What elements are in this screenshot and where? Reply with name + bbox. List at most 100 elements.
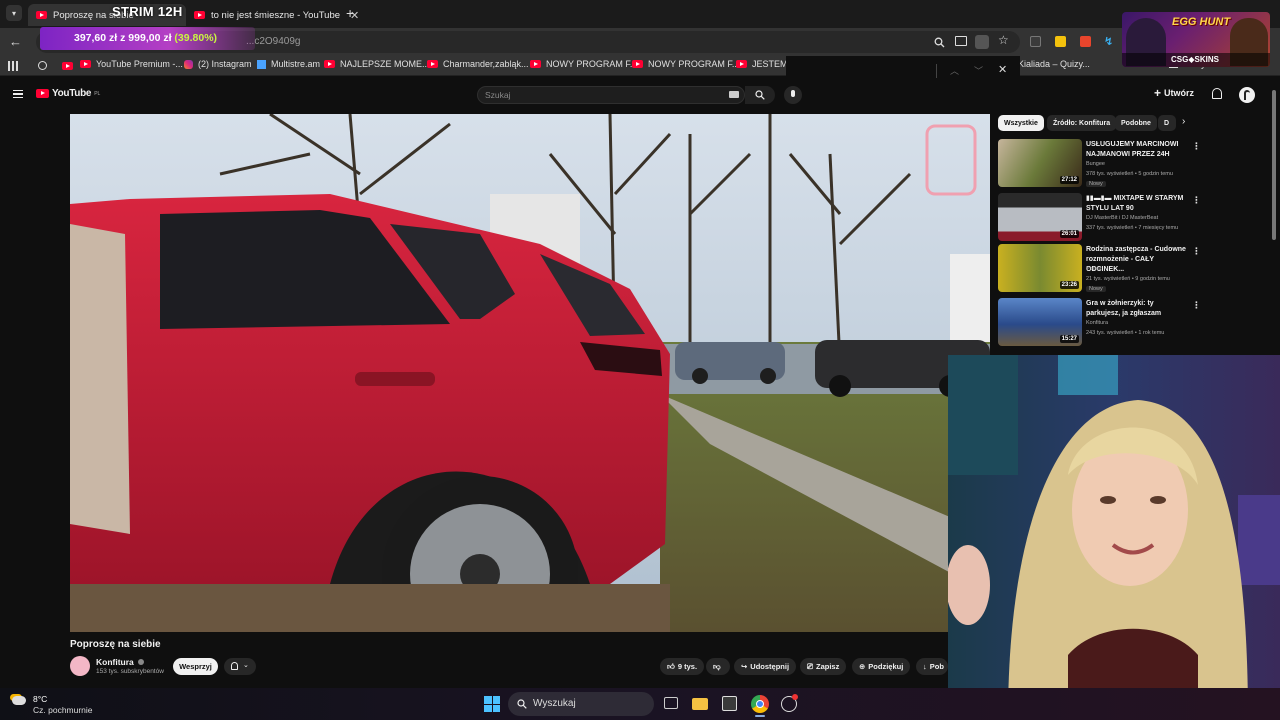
- more-vert-icon[interactable]: ⋮: [1192, 195, 1201, 206]
- video-duration: 26:01: [1059, 230, 1079, 238]
- thanks-icon: ⊕: [859, 662, 866, 671]
- chip-similar[interactable]: Podobne: [1115, 115, 1157, 131]
- recommendation-meta: 243 tys. wyświetleń • 1 rok temu: [1086, 330, 1165, 336]
- bookmark-youtube-premium[interactable]: YouTube Premium -...: [80, 59, 183, 69]
- close-icon[interactable]: ✕: [998, 63, 1007, 76]
- file-explorer-icon[interactable]: [692, 698, 708, 710]
- account-avatar[interactable]: [1239, 87, 1255, 103]
- extension-icon-2[interactable]: [1055, 36, 1066, 47]
- chevron-up-icon[interactable]: ︿: [950, 64, 959, 77]
- weather-temperature: 8°C: [33, 694, 48, 704]
- windows-start-icon[interactable]: [484, 696, 500, 712]
- recommendation-meta: 21 tys. wyświetleń • 9 godzin temu: [1086, 276, 1170, 282]
- youtube-logo[interactable]: YouTube PL: [36, 88, 100, 99]
- save-button[interactable]: ⎚ Zapisz: [800, 658, 847, 675]
- more-vert-icon[interactable]: ⋮: [1192, 300, 1201, 311]
- chip-source[interactable]: Źródło: Konfitura: [1047, 115, 1117, 131]
- new-tab-button[interactable]: +: [346, 5, 354, 21]
- video-duration: 23:26: [1059, 281, 1079, 289]
- instagram-icon: [184, 59, 193, 69]
- zoom-icon[interactable]: [934, 37, 945, 48]
- chevron-down-icon: ⌄: [243, 662, 249, 669]
- chip-more[interactable]: D: [1158, 115, 1176, 131]
- bookmark-kialiada[interactable]: Kialiada – Quizy...: [1018, 59, 1090, 69]
- chevron-right-icon[interactable]: ›: [1182, 116, 1185, 127]
- donation-of: z: [120, 32, 126, 44]
- search-input[interactable]: [477, 86, 745, 104]
- share-arrow-icon: ↪: [741, 662, 748, 671]
- share-button[interactable]: ↪ Udostępnij: [734, 658, 797, 675]
- chrome-icon[interactable]: [751, 695, 769, 713]
- video-player[interactable]: [70, 114, 990, 632]
- youtube-logo-region: PL: [94, 90, 101, 97]
- back-arrow-icon[interactable]: ←: [9, 34, 22, 49]
- more-vert-icon[interactable]: ⋮: [1192, 246, 1201, 257]
- video-title: Poproszę na siebie: [70, 639, 161, 650]
- page-scrollbar[interactable]: [1272, 90, 1276, 240]
- bookmark-instagram[interactable]: (2) Instagram: [184, 59, 252, 69]
- recommendation-item[interactable]: 27:12 USŁUGUJEMY MARCINOWI NAJMANOWI PRZ…: [998, 139, 1270, 191]
- notifications-bell-icon[interactable]: [1212, 88, 1222, 99]
- video-duration: 27:12: [1059, 176, 1079, 184]
- channel-subscribers: 153 tys. subskrybentów: [96, 668, 164, 675]
- thanks-button[interactable]: ⊕ Podziękuj: [852, 658, 911, 675]
- chevron-down-icon[interactable]: ﹀: [974, 64, 983, 77]
- bookmark-icon-generic[interactable]: [38, 61, 47, 70]
- download-button[interactable]: ↓ Pob: [916, 658, 948, 675]
- extension-icon-1[interactable]: [1030, 36, 1041, 47]
- new-badge: Nowy: [1086, 286, 1106, 292]
- task-view-icon[interactable]: [664, 697, 678, 709]
- channel-name[interactable]: Konfitura: [96, 657, 145, 667]
- create-button[interactable]: + Utwórz: [1154, 86, 1194, 100]
- channel-avatar[interactable]: [70, 656, 90, 676]
- apps-grid-icon[interactable]: [8, 61, 18, 71]
- menu-hamburger-icon[interactable]: [13, 90, 23, 98]
- support-button[interactable]: Wesprzyj: [173, 658, 218, 675]
- webcam-overlay: [948, 355, 1280, 720]
- recommendation-item[interactable]: 23:26 Rodzina zastępcza - Cudowne rozmno…: [998, 244, 1270, 296]
- recommendation-meta: 378 tys. wyświetleń • 5 godzin temu: [1086, 171, 1173, 177]
- notification-settings-button[interactable]: ⌄: [224, 658, 256, 675]
- search-button[interactable]: [745, 86, 775, 104]
- recommendation-item[interactable]: 15:27 Gra w żołnierzyki: ty parkujesz, j…: [998, 298, 1270, 350]
- recommendation-meta: 337 tys. wyświetleń • 7 miesięcy temu: [1086, 225, 1179, 231]
- tab-search-button[interactable]: ▾: [6, 5, 22, 21]
- extension-icon-4[interactable]: ↯: [1104, 35, 1113, 48]
- stream-title-overlay: STRIM 12H: [112, 4, 183, 19]
- store-icon[interactable]: [722, 696, 737, 711]
- recommendation-thumbnail: 27:12: [998, 139, 1082, 187]
- bookmark-nowy-program-1[interactable]: NOWY PROGRAM F...: [530, 59, 637, 69]
- bookmark-youtube-icon[interactable]: [62, 62, 73, 70]
- extension-icon-3[interactable]: [1080, 36, 1091, 47]
- youtube-favicon-icon: [36, 11, 47, 19]
- new-badge: Nowy: [1086, 181, 1106, 187]
- recommendation-item[interactable]: 26:01 ▮▮▬▮▬ MIXTAPE W STARYM STYLU LAT 9…: [998, 193, 1270, 245]
- bookmark-nowy-program-2[interactable]: NOWY PROGRAM F...: [632, 59, 739, 69]
- voice-search-button[interactable]: [784, 86, 802, 104]
- taskbar-search-input[interactable]: [508, 692, 654, 716]
- bookmark-star-icon[interactable]: ☆: [998, 33, 1009, 47]
- bookmark-multistream[interactable]: Multistre.am: [257, 59, 320, 69]
- dislike-button[interactable]: 👎︎: [706, 658, 730, 675]
- chip-all[interactable]: Wszystkie: [998, 115, 1044, 131]
- more-vert-icon[interactable]: ⋮: [1192, 141, 1201, 152]
- donation-amount: 397,60 zł: [74, 32, 118, 44]
- thumbs-down-icon: 👎︎: [713, 661, 721, 671]
- recommendation-thumbnail: 23:26: [998, 244, 1082, 292]
- like-button[interactable]: 👍︎ 9 tys.: [660, 658, 704, 675]
- streamer-webcam-image: [948, 355, 1280, 720]
- multistream-icon: [257, 59, 266, 69]
- reader-icon[interactable]: [975, 35, 989, 49]
- recommendation-title: ▮▮▬▮▬ MIXTAPE W STARYM STYLU LAT 90: [1086, 195, 1184, 212]
- search-icon: [755, 90, 765, 100]
- bookmark-najlepsze[interactable]: NAJLEPSZE MOME...: [324, 59, 430, 69]
- cast-icon[interactable]: [955, 36, 967, 46]
- youtube-logo-text: YouTube: [52, 88, 92, 99]
- create-label: Utwórz: [1164, 88, 1195, 98]
- tab-youtube[interactable]: to nie jest śmieszne - YouTube ✕: [186, 4, 359, 26]
- bookmark-charmander[interactable]: Charmander,zabląk...: [427, 59, 529, 69]
- keyboard-icon[interactable]: [729, 91, 739, 98]
- microphone-icon: [791, 90, 795, 97]
- egg-hunt-sponsor: CSG◆SKINS: [1171, 55, 1219, 64]
- egg-hunt-title: EGG HUNT: [1172, 16, 1231, 28]
